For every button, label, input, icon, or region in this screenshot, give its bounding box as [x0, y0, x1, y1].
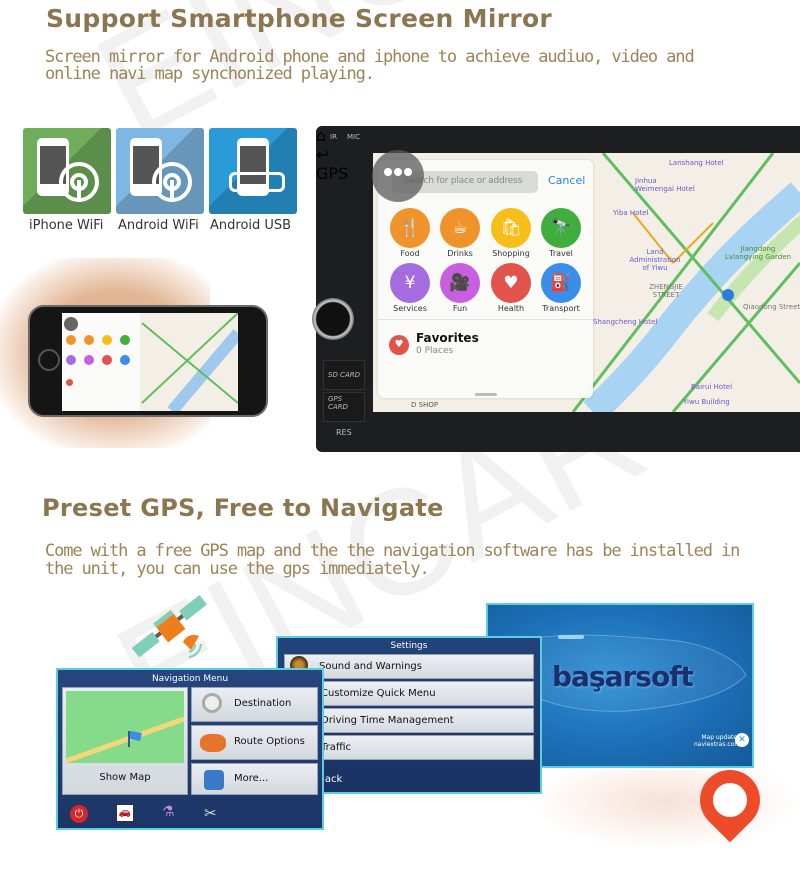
more-label: More...: [234, 773, 269, 784]
category-shopping-icon[interactable]: 🛍: [491, 208, 531, 248]
map-park-label: Jiangdong Lvlangying Garden: [724, 245, 791, 261]
back-button[interactable]: ↩: [316, 145, 348, 164]
reset-button[interactable]: RES: [336, 428, 352, 437]
map-poi-label: Yiba Hotel: [613, 209, 649, 217]
map-poi-label: Lanshang Hotel: [669, 159, 724, 167]
category-travel-icon[interactable]: 🔭: [541, 208, 581, 248]
route-options-label: Route Options: [234, 736, 305, 747]
category-food-icon[interactable]: 🍴: [390, 208, 430, 248]
map-street-label: ZHENGJIE STREET: [649, 283, 683, 299]
category-services-icon[interactable]: ¥: [390, 263, 430, 303]
map-poi-label: Shangcheng Hotel: [593, 318, 658, 326]
map-poi-label: Bairui Hotel: [691, 383, 733, 391]
more-button[interactable]: More...: [191, 763, 318, 795]
power-icon[interactable]: ⏻: [70, 805, 88, 823]
panel-grab-handle[interactable]: [475, 393, 497, 396]
magnifier-icon: [202, 693, 222, 713]
route-icon: [200, 734, 226, 752]
vehicle-icon[interactable]: 🚗: [116, 804, 134, 822]
section2-description-line2: the unit, you can use the gps immediatel…: [45, 559, 430, 579]
map-street-label: Qiaodong Street: [743, 303, 800, 311]
category-label: Travel: [549, 249, 573, 258]
gps-card-slot: GPS CARD: [323, 392, 365, 422]
section1-title: Support Smartphone Screen Mirror: [46, 4, 553, 33]
cancel-button[interactable]: Cancel: [548, 174, 585, 187]
section2-description-line1: Come with a free GPS map and the the nav…: [45, 541, 740, 561]
phone-screen: [62, 313, 238, 411]
city-map-background: [530, 770, 800, 850]
category-fun-icon[interactable]: 🎥: [440, 263, 480, 303]
favorites-title[interactable]: Favorites: [416, 331, 479, 345]
destination-button[interactable]: Destination: [191, 687, 318, 722]
settings-title: Settings: [390, 641, 428, 651]
satellite-icon: [131, 595, 207, 658]
map-updates-text: Map updates naviextras.com: [694, 734, 741, 748]
gps-button[interactable]: GPS: [316, 164, 348, 183]
category-transport-icon[interactable]: ⛽: [541, 263, 581, 303]
sd-card-slot: SD CARD: [323, 360, 365, 390]
mode-label: Android WiFi: [118, 218, 199, 233]
mode-tile-iphone-wifi: [23, 128, 111, 214]
home-button: [38, 349, 60, 371]
show-map-label: Show Map: [99, 772, 151, 783]
map-poi-label: Jinhua Weimengai Hotel: [635, 177, 695, 193]
category-label: Transport: [542, 304, 580, 313]
volume-knob[interactable]: [312, 298, 354, 340]
map-poi-label: Land Administration of Yiwu: [629, 248, 681, 272]
usb-cable-icon: [229, 172, 285, 192]
route-options-button[interactable]: Route Options: [191, 725, 318, 760]
tools-icon[interactable]: ✂: [204, 804, 222, 822]
mode-tile-android-wifi: [116, 128, 204, 214]
favorites-heart-icon: ♥: [389, 335, 409, 355]
destination-label: Destination: [234, 698, 292, 709]
map-poi-label: Yiwu Building: [683, 398, 730, 406]
puzzle-icon: [204, 770, 224, 790]
mode-tile-android-usb: [209, 128, 297, 214]
show-map-button[interactable]: Show Map: [62, 687, 188, 795]
section2-title: Preset GPS, Free to Navigate: [42, 494, 444, 522]
smartphone: [28, 305, 268, 417]
favorites-count: 0 Places: [416, 346, 454, 356]
mode-label: iPhone WiFi: [29, 218, 104, 233]
category-drinks-icon[interactable]: ☕: [440, 208, 480, 248]
mode-label: Android USB: [210, 218, 292, 233]
navigation-menu-title: Navigation Menu: [151, 674, 229, 684]
more-dots-icon[interactable]: [372, 150, 424, 202]
mic-label: MIC: [347, 133, 360, 141]
naviextras-icon: ✕: [735, 733, 749, 747]
section1-description-line2: online navi map synchonized playing.: [45, 64, 375, 84]
basarsoft-logo: başarsoft: [552, 660, 694, 693]
map-street-label: D SHOP: [411, 401, 439, 409]
home-button[interactable]: ⌂: [316, 126, 348, 145]
map-preview: [66, 691, 184, 763]
flask-icon[interactable]: ⚗: [162, 804, 176, 822]
category-health-icon[interactable]: ♥: [491, 263, 531, 303]
